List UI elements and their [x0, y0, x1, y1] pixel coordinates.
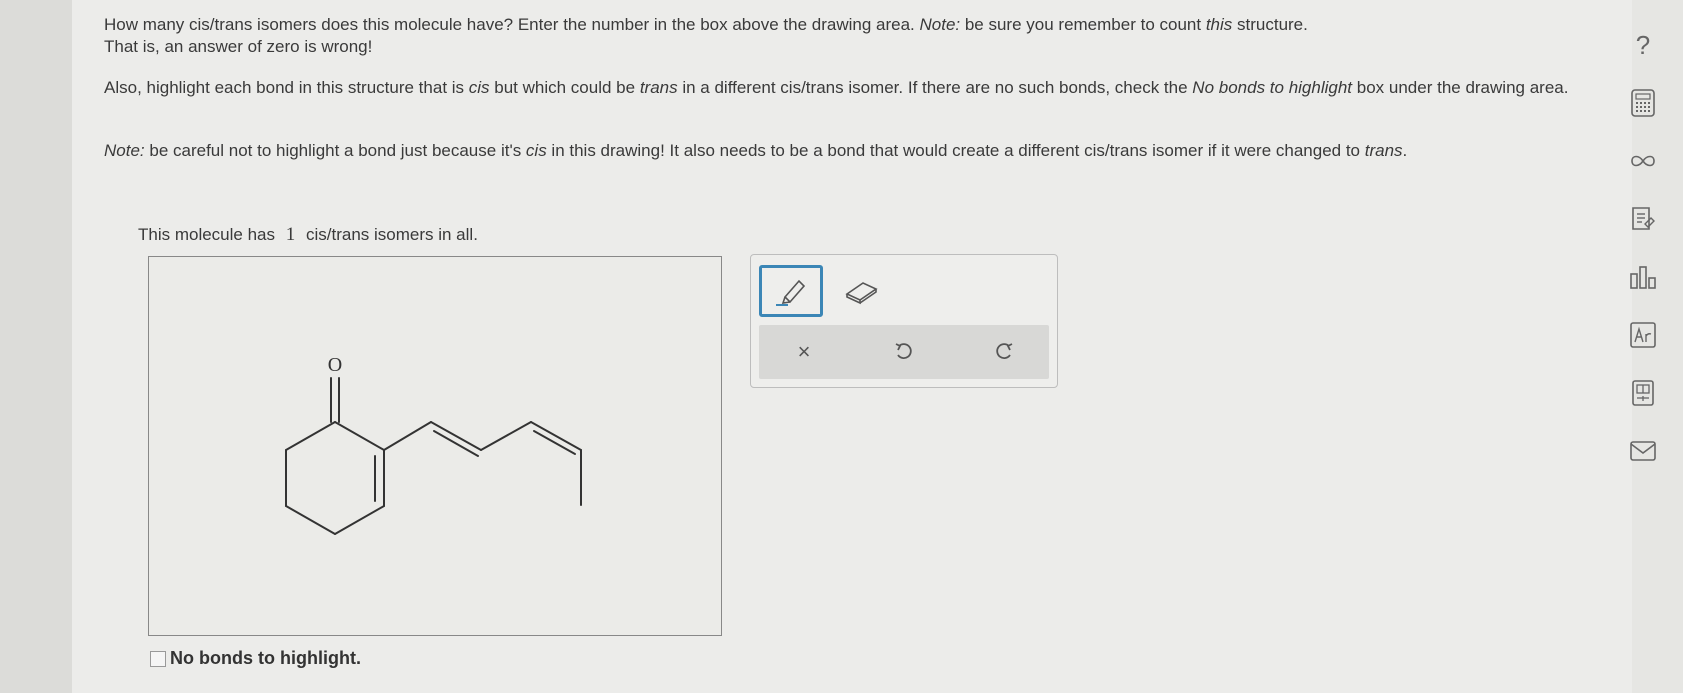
question-paragraph-2: Also, highlight each bond in this struct… — [104, 78, 1569, 97]
periodic-table-button[interactable] — [1628, 320, 1658, 350]
ruler-button[interactable] — [1628, 378, 1658, 408]
eraser-icon — [845, 282, 878, 305]
question-paragraph-3: Note: be careful not to highlight a bond… — [104, 141, 1408, 160]
calculator-button[interactable] — [1628, 88, 1658, 118]
redo-icon — [996, 343, 1013, 359]
redo-button[interactable] — [989, 339, 1019, 365]
bond-chain-3[interactable] — [480, 421, 532, 451]
bond-chain-1[interactable] — [383, 421, 432, 451]
chart-button[interactable] — [1628, 262, 1658, 292]
left-margin — [0, 0, 72, 693]
mail-icon — [1630, 441, 1656, 461]
infinity-button[interactable] — [1628, 146, 1658, 176]
pencil-button[interactable] — [759, 265, 823, 317]
molecule-structure: O — [285, 354, 582, 535]
oxygen-atom-label: O — [328, 354, 342, 376]
help-button[interactable]: ? — [1628, 30, 1658, 60]
mail-button[interactable] — [1628, 436, 1658, 466]
bond-ring-1[interactable] — [285, 421, 336, 451]
clear-button[interactable]: × — [789, 339, 819, 365]
eraser-button[interactable] — [829, 265, 893, 317]
periodic-table-icon — [1630, 322, 1656, 348]
no-bonds-checkbox[interactable] — [150, 650, 166, 667]
question-paragraph-1: How many cis/trans isomers does this mol… — [104, 15, 1308, 56]
notes-button[interactable] — [1628, 204, 1658, 234]
action-row: × — [759, 325, 1049, 379]
no-bonds-label: No bonds to highlight. — [170, 648, 361, 668]
notes-icon — [1632, 207, 1655, 230]
no-bonds-checkbox-row[interactable]: No bonds to highlight. — [150, 648, 361, 669]
bond-ring-6[interactable] — [334, 421, 385, 451]
chart-icon — [1630, 266, 1656, 289]
answer-prefix: This molecule has — [138, 225, 276, 244]
answer-suffix: cis/trans isomers in all. — [305, 225, 478, 244]
tool-panel: × — [750, 254, 1058, 388]
ruler-icon — [1632, 380, 1654, 406]
right-sidebar: ? — [1620, 20, 1670, 480]
clear-icon: × — [797, 339, 811, 364]
answer-line: This molecule has 1 cis/trans isomers in… — [138, 224, 1638, 246]
help-icon: ? — [1635, 29, 1651, 60]
undo-icon — [895, 343, 912, 359]
undo-button[interactable] — [889, 339, 919, 365]
infinity-icon — [1631, 155, 1655, 167]
bond-chain-2[interactable] — [430, 421, 482, 451]
drawing-area[interactable]: O — [148, 256, 722, 636]
bond-ring-3[interactable] — [285, 505, 336, 535]
bond-ring-4[interactable] — [334, 505, 385, 535]
calculator-icon — [1631, 89, 1655, 117]
isomer-count-value[interactable]: 1 — [280, 224, 302, 245]
bond-chain-4[interactable] — [530, 421, 582, 451]
pencil-icon — [776, 279, 806, 306]
